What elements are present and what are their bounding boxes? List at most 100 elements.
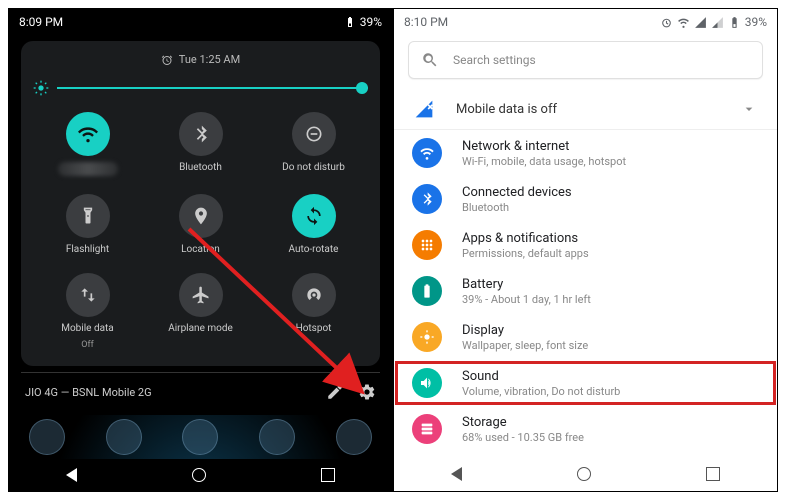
airplane-icon <box>179 273 223 317</box>
dock-app-2[interactable] <box>106 419 142 455</box>
tile-flashlight[interactable]: Flashlight <box>33 188 142 261</box>
dock-app-1[interactable] <box>29 419 65 455</box>
phone-quicksettings: 8:09 PM 39% Tue 1:25 AM <box>8 8 393 492</box>
tile-mobiledata-label: Mobile data <box>61 323 114 334</box>
nav-bar <box>9 459 392 491</box>
alarm-icon <box>660 16 673 29</box>
dock-app-5[interactable] <box>336 419 372 455</box>
mobiledata-icon <box>66 273 110 317</box>
nav-back-icon[interactable] <box>451 467 462 481</box>
row-sub: 39% - About 1 day, 1 hr left <box>462 293 591 306</box>
row-title: Storage <box>462 415 584 430</box>
dock-app-3[interactable] <box>182 419 218 455</box>
row-title: Sound <box>462 369 620 384</box>
tile-airplane[interactable]: Airplane mode <box>146 267 255 356</box>
row-title: Battery <box>462 277 591 292</box>
row-title: Apps & notifications <box>462 231 589 246</box>
tile-dnd-label: Do not disturb <box>282 162 345 173</box>
dock-app-4[interactable] <box>259 419 295 455</box>
tile-hotspot-label: Hotspot <box>296 323 332 334</box>
row-connected[interactable]: Connected devicesBluetooth <box>394 176 777 222</box>
tile-mobiledata-sublabel: Off <box>81 340 93 350</box>
row-sub: Volume, vibration, Do not disturb <box>462 385 620 398</box>
wifi-icon <box>66 112 110 156</box>
row-network[interactable]: Network & internetWi-Fi, mobile, data us… <box>394 130 777 176</box>
row-sub: Wi-Fi, mobile, data usage, hotspot <box>462 155 626 168</box>
row-storage[interactable]: Storage68% used - 10.35 GB free <box>394 406 777 452</box>
nav-recent-icon[interactable] <box>321 468 335 482</box>
brightness-track[interactable] <box>57 87 368 89</box>
row-title: Display <box>462 323 588 338</box>
tile-hotspot[interactable]: Hotspot <box>259 267 368 356</box>
qs-tiles-grid: Bluetooth Do not disturb Flashlight <box>33 106 368 366</box>
search-icon <box>421 51 439 69</box>
search-placeholder: Search settings <box>453 53 536 67</box>
tile-airplane-label: Airplane mode <box>168 323 233 334</box>
battery-icon <box>344 16 356 28</box>
battery-icon <box>412 276 442 306</box>
chevron-down-icon <box>741 101 757 117</box>
gear-icon[interactable] <box>358 383 376 401</box>
tile-bluetooth-label: Bluetooth <box>179 162 222 173</box>
row-sub: Bluetooth <box>462 201 572 214</box>
suggestion-text: Mobile data is off <box>456 102 719 117</box>
row-title: Connected devices <box>462 185 572 200</box>
flashlight-icon <box>66 194 110 238</box>
storage-icon <box>412 414 442 444</box>
alarm-line[interactable]: Tue 1:25 AM <box>33 49 368 76</box>
status-time: 8:10 PM <box>404 15 448 29</box>
brightness-slider[interactable] <box>33 76 368 106</box>
dnd-icon <box>292 112 336 156</box>
phone-settings: 8:10 PM 39% Search settings Mobile data … <box>393 8 778 492</box>
signal-icon <box>694 16 707 29</box>
sound-icon <box>412 368 442 398</box>
quick-settings-panel: Tue 1:25 AM Bluet <box>21 41 380 366</box>
alarm-text: Tue 1:25 AM <box>179 53 240 66</box>
tile-mobiledata[interactable]: Mobile data Off <box>33 267 142 356</box>
location-icon <box>179 194 223 238</box>
status-right-icons: 39% <box>344 15 382 29</box>
tile-dnd[interactable]: Do not disturb <box>259 106 368 182</box>
bluetooth-icon <box>412 184 442 214</box>
signal-2-icon <box>711 16 724 29</box>
suggestion-row[interactable]: Mobile data is off <box>394 89 777 130</box>
tile-location[interactable]: Location <box>146 188 255 261</box>
row-sub: Permissions, default apps <box>462 247 589 260</box>
tile-autorotate-label: Auto-rotate <box>289 244 339 255</box>
search-settings[interactable]: Search settings <box>408 41 763 79</box>
row-sub: Wallpaper, sleep, font size <box>462 339 588 352</box>
bluetooth-icon <box>179 112 223 156</box>
alarm-icon <box>161 54 173 66</box>
tile-bluetooth[interactable]: Bluetooth <box>146 106 255 182</box>
nav-bar <box>394 457 777 491</box>
row-sound[interactable]: SoundVolume, vibration, Do not disturb <box>394 360 777 406</box>
status-bar: 8:10 PM 39% <box>394 9 777 35</box>
apps-icon <box>412 230 442 260</box>
display-icon <box>412 322 442 352</box>
row-sub: 68% used - 10.35 GB free <box>462 431 584 444</box>
status-bar: 8:09 PM 39% <box>9 9 392 35</box>
row-apps[interactable]: Apps & notificationsPermissions, default… <box>394 222 777 268</box>
row-display[interactable]: DisplayWallpaper, sleep, font size <box>394 314 777 360</box>
wifi-icon <box>677 16 690 29</box>
tile-location-label: Location <box>181 244 220 255</box>
settings-list: Network & internetWi-Fi, mobile, data us… <box>394 130 777 457</box>
status-battery: 39% <box>360 15 382 29</box>
home-dock <box>9 415 392 459</box>
nav-recent-icon[interactable] <box>706 467 720 481</box>
nav-home-icon[interactable] <box>192 468 206 482</box>
status-battery: 39% <box>745 15 767 29</box>
carrier-text: JIO 4G — BSNL Mobile 2G <box>25 386 152 399</box>
tile-autorotate[interactable]: Auto-rotate <box>259 188 368 261</box>
nav-back-icon[interactable] <box>66 468 77 482</box>
nav-home-icon[interactable] <box>577 467 591 481</box>
tile-wifi[interactable] <box>33 106 142 182</box>
edit-icon[interactable] <box>326 383 344 401</box>
row-title: Network & internet <box>462 139 626 154</box>
rotate-icon <box>292 194 336 238</box>
brightness-icon <box>33 80 49 96</box>
row-battery[interactable]: Battery39% - About 1 day, 1 hr left <box>394 268 777 314</box>
tile-wifi-label-blurred <box>58 162 118 176</box>
status-time: 8:09 PM <box>19 15 63 29</box>
qs-footer: JIO 4G — BSNL Mobile 2G <box>21 372 380 411</box>
